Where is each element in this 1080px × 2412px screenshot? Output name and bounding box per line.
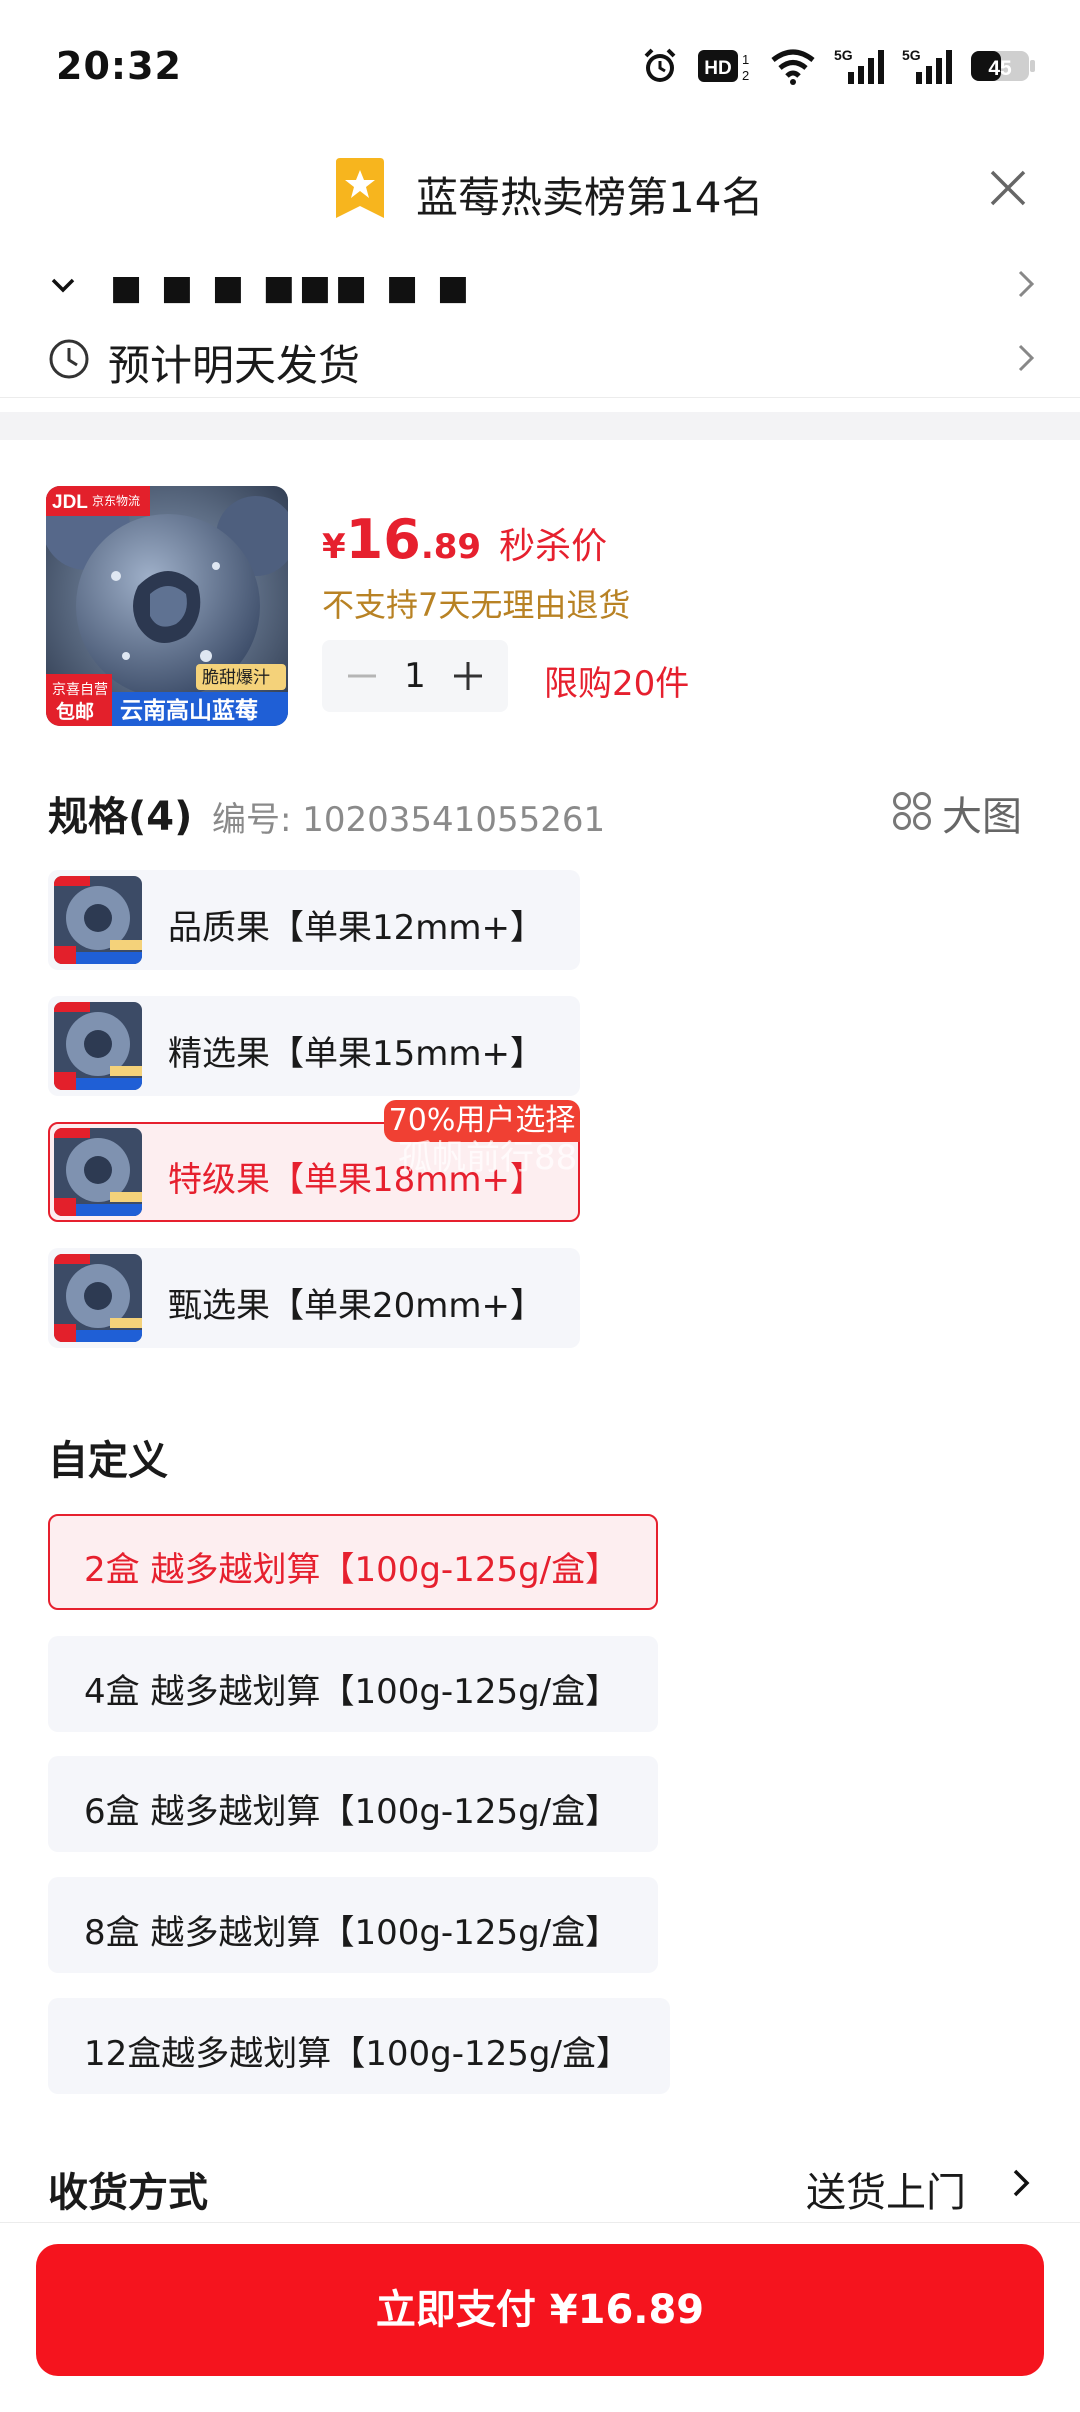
spec-option[interactable]: 精选果【单果15mm+】: [48, 996, 580, 1096]
spec-code: 编号: 10203541055261: [212, 800, 606, 840]
increment-button[interactable]: [450, 658, 486, 694]
thumb-badge: 脆甜爆汁: [202, 668, 270, 688]
svg-text:2: 2: [742, 68, 749, 83]
chevron-right-icon: [1008, 2166, 1034, 2200]
net1-label: 5G: [834, 47, 853, 63]
address-text: ■ ■ ■ ■■■ ■ ■: [110, 268, 474, 306]
svg-text:1: 1: [742, 52, 749, 67]
decrement-button[interactable]: [344, 658, 380, 694]
battery-level: 45: [988, 57, 1012, 80]
hd-icon: HD 1 2: [698, 46, 752, 86]
spec-thumbnail: [54, 1128, 142, 1216]
shipping-text: 预计明天发货: [108, 341, 361, 390]
status-icons: HD 1 2 5G 5G 45: [640, 44, 1036, 88]
thumb-corner-top: 京喜自营: [52, 682, 108, 698]
rank-text: 蓝莓热卖榜第14名: [416, 173, 764, 222]
spec-option[interactable]: 品质果【单果12mm+】: [48, 870, 580, 970]
chevron-down-icon: [48, 270, 78, 300]
custom-option[interactable]: 6盒 越多越划算【100g-125g/盒】: [48, 1756, 658, 1852]
big-picture-label: 大图: [942, 794, 1022, 840]
spec-thumbnail: [54, 876, 142, 964]
signal-5g-icon: 5G: [902, 46, 952, 86]
price-decimal: .89: [420, 527, 482, 567]
thumb-logo: JDL: [52, 492, 88, 513]
bottom-divider: [0, 2222, 1080, 2223]
custom-label: 6盒 越多越划算【100g-125g/盒】: [84, 1792, 620, 1832]
spec-title: 规格(4): [48, 794, 193, 840]
price-integer: 16: [345, 508, 421, 571]
clock-icon: [48, 338, 90, 380]
thumb-corner-bottom: 包邮: [56, 700, 94, 723]
pay-now-button[interactable]: 立即支付 ¥16.89: [36, 2244, 1044, 2376]
delivery-method-row[interactable]: 收货方式 送货上门: [0, 2152, 1080, 2218]
spec-thumbnail: [54, 1002, 142, 1090]
spec-option[interactable]: 甄选果【单果20mm+】: [48, 1248, 580, 1348]
price-currency: ¥: [322, 527, 346, 567]
custom-option[interactable]: 8盒 越多越划算【100g-125g/盒】: [48, 1877, 658, 1973]
custom-label: 4盒 越多越划算【100g-125g/盒】: [84, 1672, 620, 1712]
quantity-stepper: 1: [322, 640, 508, 712]
rank-banner[interactable]: 蓝莓热卖榜第14名: [0, 150, 1080, 230]
return-policy-note: 不支持7天无理由退货: [322, 586, 631, 624]
custom-label: 8盒 越多越划算【100g-125g/盒】: [84, 1913, 620, 1953]
thumb-logo-sub: 京东物流: [92, 494, 140, 508]
shipping-row[interactable]: 预计明天发货: [0, 318, 1080, 398]
spec-label: 品质果【单果12mm+】: [168, 908, 544, 948]
net2-label: 5G: [902, 47, 921, 63]
address-row[interactable]: ■ ■ ■ ■■■ ■ ■: [0, 262, 1080, 306]
custom-label: 12盒越多越划算【100g-125g/盒】: [84, 2034, 630, 2074]
close-icon[interactable]: [986, 166, 1030, 210]
quantity-value[interactable]: 1: [404, 656, 426, 696]
custom-option-selected[interactable]: 2盒 越多越划算【100g-125g/盒】: [48, 1514, 658, 1610]
status-time: 20:32: [56, 44, 182, 88]
custom-label: 2盒 越多越划算【100g-125g/盒】: [84, 1550, 620, 1590]
wifi-icon: [770, 46, 816, 86]
chevron-right-icon: [1012, 268, 1040, 300]
status-bar: 20:32 HD 1 2 5G 5G 45: [0, 0, 1080, 140]
big-picture-button[interactable]: 大图: [892, 784, 1022, 842]
signal-5g-icon: 5G: [834, 46, 884, 86]
price: ¥ 16 .89 秒杀价: [322, 508, 607, 571]
battery-icon: 45: [970, 46, 1036, 86]
delivery-value: 送货上门: [806, 2170, 966, 2216]
delivery-title: 收货方式: [48, 2170, 208, 2216]
custom-option[interactable]: 12盒越多越划算【100g-125g/盒】: [48, 1998, 670, 2094]
spec-thumbnail: [54, 1254, 142, 1342]
spec-label: 甄选果【单果20mm+】: [168, 1286, 544, 1326]
alarm-icon: [640, 46, 680, 86]
chevron-right-icon: [1012, 342, 1040, 374]
custom-title: 自定义: [48, 1438, 168, 1484]
section-divider: [0, 412, 1080, 440]
grid-icon: [892, 791, 932, 835]
watermark: 孤帆前行88: [398, 1138, 578, 1178]
thumb-caption: 云南高山蓝莓: [120, 697, 258, 724]
product-image[interactable]: JDL 京东物流 脆甜爆汁 京喜自营 包邮 云南高山蓝莓: [46, 486, 288, 726]
hd-label: HD: [704, 58, 731, 79]
purchase-limit: 限购20件: [544, 664, 690, 704]
price-label: 秒杀价: [499, 526, 608, 567]
rank-badge-icon: [332, 158, 388, 222]
custom-option[interactable]: 4盒 越多越划算【100g-125g/盒】: [48, 1636, 658, 1732]
spec-label: 精选果【单果15mm+】: [168, 1034, 544, 1074]
